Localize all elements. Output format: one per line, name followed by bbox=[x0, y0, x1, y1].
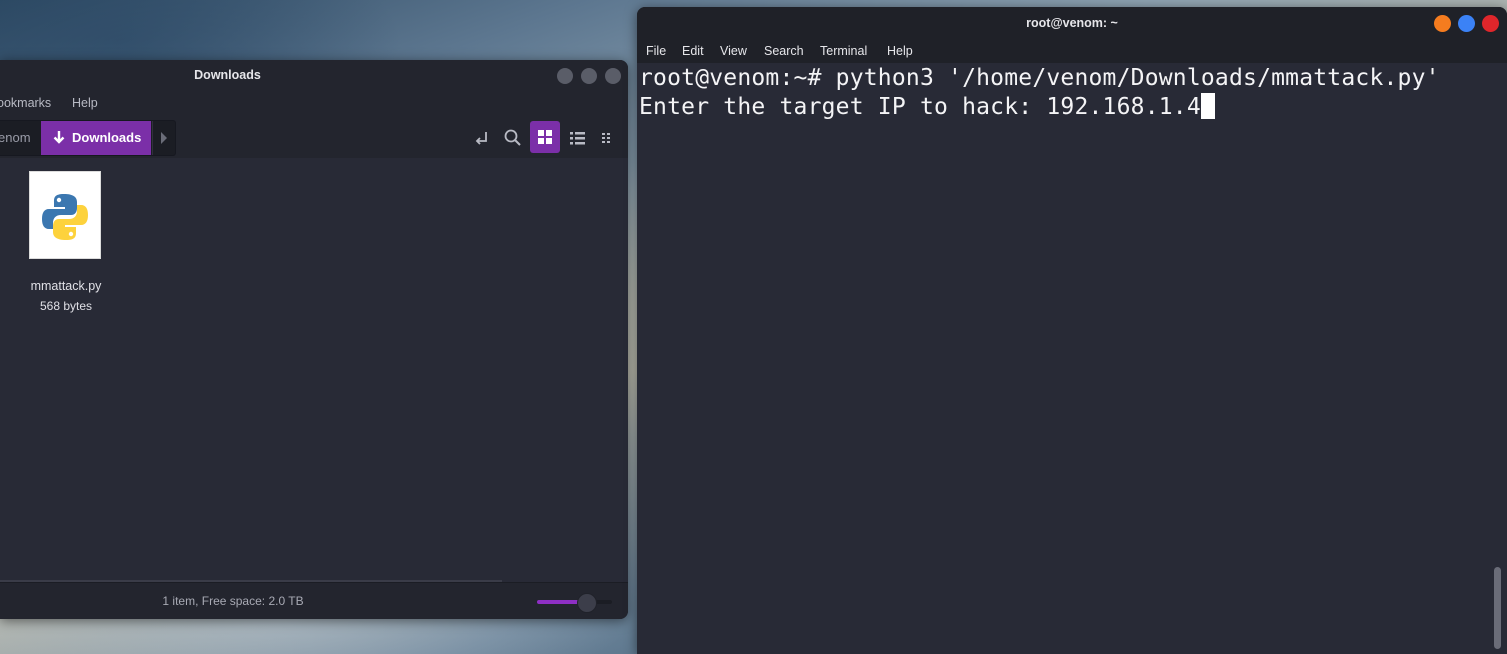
menu-search[interactable]: Search bbox=[764, 44, 804, 58]
menu-terminal[interactable]: Terminal bbox=[820, 44, 867, 58]
window-title: Downloads bbox=[194, 68, 261, 82]
menu-edit[interactable]: Edit bbox=[682, 44, 704, 58]
zoom-slider[interactable] bbox=[537, 593, 612, 613]
file-size: 568 bytes bbox=[39, 299, 93, 313]
close-button[interactable] bbox=[605, 68, 621, 84]
status-text: 1 item, Free space: 2.0 TB bbox=[162, 594, 304, 608]
terminal-line: root@venom:~# python3 '/home/venom/Downl… bbox=[639, 65, 1440, 91]
maximize-button[interactable] bbox=[581, 68, 597, 84]
breadcrumb-item-home[interactable]: enom bbox=[0, 130, 31, 145]
icon-view-button[interactable] bbox=[530, 121, 560, 153]
search-icon[interactable] bbox=[503, 128, 523, 148]
menu-bar: ookmarks Help bbox=[0, 90, 628, 116]
file-manager-window: Downloads ookmarks Help enom Downloads m… bbox=[0, 60, 628, 619]
terminal-menu-bar: File Edit View Search Terminal Help bbox=[637, 39, 1507, 63]
python-file-icon bbox=[42, 194, 88, 240]
chevron-right-icon bbox=[161, 132, 167, 144]
terminal-window: root@venom: ~ File Edit View Search Term… bbox=[637, 7, 1507, 654]
minimize-button[interactable] bbox=[1434, 15, 1451, 32]
zoom-slider-handle[interactable] bbox=[576, 593, 597, 613]
toolbar: enom Downloads bbox=[0, 116, 628, 158]
terminal-prompt-text: Enter the target IP to hack: 192.168.1.4 bbox=[639, 94, 1201, 120]
file-name: mmattack.py bbox=[30, 279, 102, 293]
file-item[interactable]: mmattack.py 568 bytes bbox=[22, 170, 110, 313]
file-view-area[interactable]: mmattack.py 568 bytes bbox=[0, 158, 628, 582]
close-button[interactable] bbox=[1482, 15, 1499, 32]
terminal-titlebar[interactable]: root@venom: ~ bbox=[637, 7, 1507, 39]
breadcrumb-label: Downloads bbox=[72, 130, 142, 145]
menu-help[interactable]: Help bbox=[887, 44, 913, 58]
breadcrumb-forward-button[interactable] bbox=[152, 121, 176, 155]
text-cursor bbox=[1200, 93, 1215, 119]
terminal-output[interactable]: root@venom:~# python3 '/home/venom/Downl… bbox=[637, 63, 1507, 654]
file-manager-titlebar[interactable]: Downloads bbox=[0, 60, 628, 90]
download-arrow-icon bbox=[53, 131, 65, 144]
terminal-title: root@venom: ~ bbox=[1026, 16, 1118, 30]
list-view-icon[interactable] bbox=[568, 128, 588, 148]
terminal-line-input: Enter the target IP to hack: 192.168.1.4 bbox=[639, 93, 1215, 120]
compact-view-icon[interactable] bbox=[600, 128, 620, 148]
breadcrumb-item-downloads[interactable]: Downloads bbox=[41, 121, 151, 155]
minimize-button[interactable] bbox=[557, 68, 573, 84]
menu-help[interactable]: Help bbox=[72, 96, 98, 110]
maximize-button[interactable] bbox=[1458, 15, 1475, 32]
grid-icon bbox=[538, 130, 552, 144]
status-bar: 1 item, Free space: 2.0 TB bbox=[0, 582, 628, 619]
file-thumbnail bbox=[29, 171, 101, 259]
menu-view[interactable]: View bbox=[720, 44, 747, 58]
menu-file[interactable]: File bbox=[646, 44, 666, 58]
open-terminal-icon[interactable] bbox=[472, 128, 492, 148]
vertical-scrollbar[interactable] bbox=[1494, 567, 1501, 649]
menu-bookmarks[interactable]: ookmarks bbox=[0, 96, 51, 110]
